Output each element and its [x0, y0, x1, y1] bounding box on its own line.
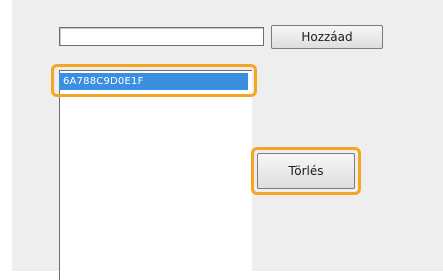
- add-button[interactable]: Hozzáad: [271, 25, 383, 49]
- address-input[interactable]: [59, 27, 264, 46]
- list-item[interactable]: 6A788C9D0E1F: [59, 73, 248, 90]
- delete-button[interactable]: Törlés: [257, 153, 355, 189]
- address-list[interactable]: [59, 70, 252, 280]
